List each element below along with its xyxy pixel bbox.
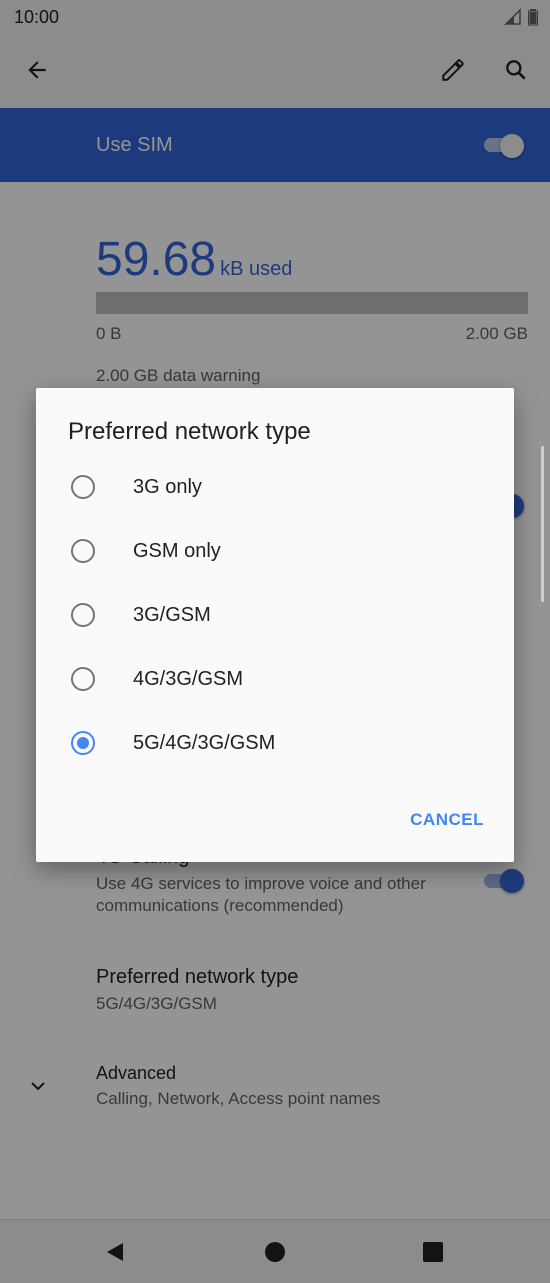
dialog-title: Preferred network type — [68, 418, 311, 445]
option-label: 4G/3G/GSM — [133, 668, 244, 690]
option-4g-3g-gsm[interactable]: 4G/3G/GSM — [36, 647, 514, 711]
option-label: 5G/4G/3G/GSM — [133, 732, 276, 754]
radio-button[interactable] — [71, 603, 95, 627]
radio-button[interactable] — [71, 667, 95, 691]
radio-button-selected[interactable] — [71, 731, 95, 755]
cancel-button[interactable]: CANCEL — [410, 810, 484, 830]
preferred-network-dialog: Preferred network type 3G only GSM only … — [36, 388, 514, 862]
option-3g-only[interactable]: 3G only — [36, 455, 514, 519]
radio-button[interactable] — [71, 475, 95, 499]
option-label: 3G only — [133, 476, 202, 498]
option-gsm-only[interactable]: GSM only — [36, 519, 514, 583]
scroll-indicator — [541, 446, 544, 602]
radio-button[interactable] — [71, 539, 95, 563]
option-label: 3G/GSM — [133, 604, 211, 626]
option-3g-gsm[interactable]: 3G/GSM — [36, 583, 514, 647]
option-5g-4g-3g-gsm[interactable]: 5G/4G/3G/GSM — [36, 711, 514, 775]
option-label: GSM only — [133, 540, 221, 562]
